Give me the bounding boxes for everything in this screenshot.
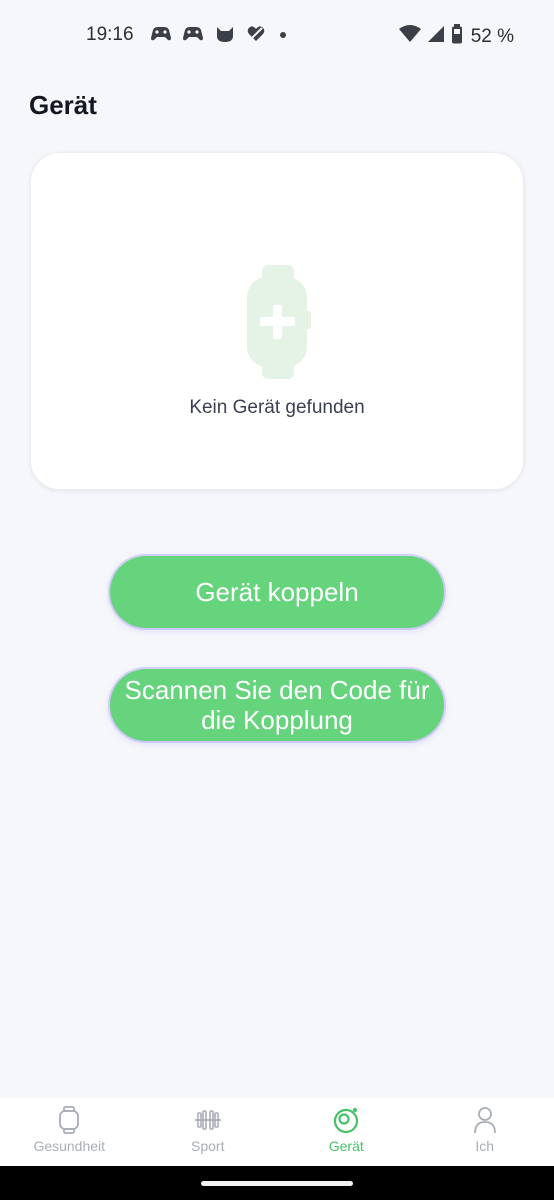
person-icon: [472, 1106, 498, 1134]
pair-device-button[interactable]: Gerät koppeln: [110, 556, 444, 628]
device-screen: 19:16 52 % Gerät Kein Gerät gefunden Ger…: [0, 0, 554, 1200]
dot-icon: [276, 24, 290, 44]
cat-icon: [214, 24, 236, 44]
nav-label-ich: Ich: [475, 1138, 495, 1154]
device-empty-card: Kein Gerät gefunden: [30, 152, 524, 490]
battery-icon: [451, 24, 463, 49]
nav-item-gesundheit[interactable]: Gesundheit: [0, 1098, 139, 1166]
nav-label-gesundheit: Gesundheit: [33, 1138, 106, 1154]
battery-percentage: 52 %: [470, 25, 514, 47]
dumbbell-icon: [193, 1106, 223, 1134]
game-controller-icon: [150, 24, 172, 44]
nav-item-sport[interactable]: Sport: [139, 1098, 278, 1166]
no-device-text: Kein Gerät gefunden: [189, 397, 365, 418]
cell-signal-icon: [427, 25, 445, 48]
heart-slash-icon: [246, 24, 266, 44]
system-gesture-bar: [0, 1166, 554, 1200]
status-right: 52 %: [398, 24, 514, 49]
status-bar: 19:16 52 %: [0, 0, 554, 72]
scan-code-button[interactable]: Scannen Sie den Code für die Kopplung: [110, 669, 444, 741]
nav-item-geraet[interactable]: Gerät: [277, 1098, 416, 1166]
nav-label-geraet: Gerät: [328, 1138, 364, 1154]
nav-label-sport: Sport: [191, 1138, 225, 1154]
status-time: 19:16: [86, 24, 134, 45]
bottom-navigation: Gesundheit Sport Gerät Ich: [0, 1098, 554, 1166]
wifi-icon: [398, 25, 421, 48]
page-title: Gerät: [29, 90, 97, 120]
game-controller-icon: [182, 24, 204, 44]
device-icon: [332, 1106, 360, 1134]
watch-icon: [56, 1106, 82, 1134]
notification-icons: [150, 24, 290, 44]
watch-add-icon: [245, 265, 311, 384]
nav-item-ich[interactable]: Ich: [416, 1098, 554, 1166]
home-gesture-handle[interactable]: [201, 1181, 353, 1186]
